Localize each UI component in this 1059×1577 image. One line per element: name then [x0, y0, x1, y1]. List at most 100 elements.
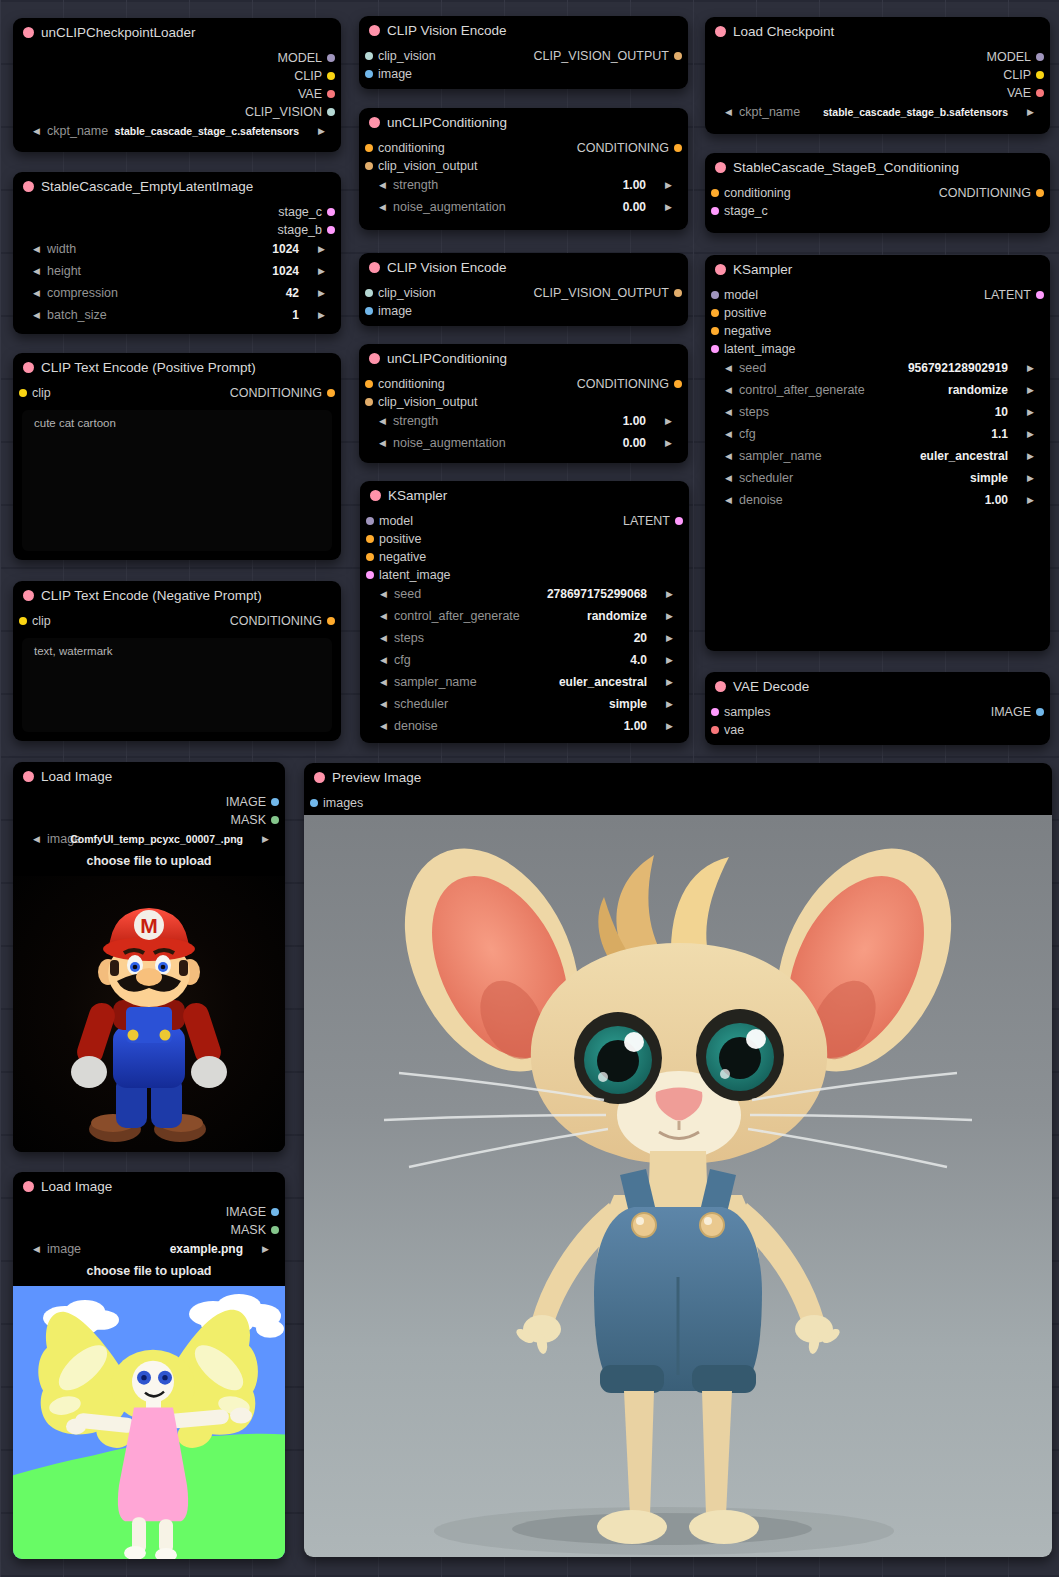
input-port-icon[interactable]	[365, 380, 373, 388]
input-port-icon[interactable]	[366, 571, 374, 579]
input-port-icon[interactable]	[711, 291, 719, 299]
increment-arrow-icon[interactable]: ▶	[666, 627, 673, 649]
increment-arrow-icon[interactable]: ▶	[666, 605, 673, 627]
increment-arrow-icon[interactable]: ▶	[1027, 467, 1034, 489]
node-unclip-conditioning-2[interactable]: unCLIPConditioningconditioningclip_visio…	[359, 344, 688, 463]
collapse-dot-icon[interactable]	[23, 362, 34, 373]
output-slot-CLIP_VISION_OUTPUT[interactable]: CLIP_VISION_OUTPUT	[534, 284, 688, 302]
input-port-icon[interactable]	[366, 517, 374, 525]
input-port-icon[interactable]	[365, 144, 373, 152]
collapse-dot-icon[interactable]	[369, 25, 380, 36]
decrement-arrow-icon[interactable]: ◀	[379, 174, 386, 196]
widget-steps[interactable]: ◀steps20▶	[360, 627, 689, 649]
input-port-icon[interactable]	[365, 162, 373, 170]
increment-arrow-icon[interactable]: ▶	[1027, 357, 1034, 379]
widget-ckpt_name[interactable]: ◀ckpt_namestable_cascade_stage_c.safeten…	[13, 120, 341, 142]
decrement-arrow-icon[interactable]: ◀	[380, 649, 387, 671]
decrement-arrow-icon[interactable]: ◀	[725, 101, 732, 123]
output-slot-IMAGE[interactable]: IMAGE	[991, 703, 1050, 721]
choose-file-button[interactable]: choose file to upload	[13, 1260, 285, 1282]
widget-ckpt_name[interactable]: ◀ckpt_namestable_cascade_stage_b.safeten…	[705, 101, 1050, 123]
decrement-arrow-icon[interactable]: ◀	[33, 1238, 40, 1260]
input-port-icon[interactable]	[711, 207, 719, 215]
input-slot-latent_image[interactable]: latent_image	[705, 340, 796, 358]
decrement-arrow-icon[interactable]: ◀	[380, 627, 387, 649]
widget-scheduler[interactable]: ◀schedulersimple▶	[360, 693, 689, 715]
choose-file-button[interactable]: choose file to upload	[13, 850, 285, 872]
decrement-arrow-icon[interactable]: ◀	[380, 715, 387, 737]
collapse-dot-icon[interactable]	[23, 771, 34, 782]
increment-arrow-icon[interactable]: ▶	[1027, 423, 1034, 445]
input-port-icon[interactable]	[365, 52, 373, 60]
widget-denoise[interactable]: ◀denoise1.00▶	[360, 715, 689, 737]
input-slot-images[interactable]: images	[304, 794, 363, 812]
node-load-image-2[interactable]: Load ImageIMAGEMASK◀imageexample.png▶cho…	[13, 1172, 285, 1559]
decrement-arrow-icon[interactable]: ◀	[33, 304, 40, 326]
increment-arrow-icon[interactable]: ▶	[665, 410, 672, 432]
output-port-icon[interactable]	[327, 54, 335, 62]
decrement-arrow-icon[interactable]: ◀	[725, 379, 732, 401]
output-slot-CLIP_VISION[interactable]: CLIP_VISION	[245, 103, 341, 121]
node-ksampler-1[interactable]: KSamplermodelpositivenegativelatent_imag…	[360, 481, 689, 743]
decrement-arrow-icon[interactable]: ◀	[379, 410, 386, 432]
input-port-icon[interactable]	[711, 309, 719, 317]
widget-seed[interactable]: ◀seed956792128902919▶	[705, 357, 1050, 379]
output-slot-stage_b[interactable]: stage_b	[278, 221, 341, 239]
input-slot-conditioning[interactable]: conditioning	[359, 139, 445, 157]
input-port-icon[interactable]	[711, 708, 719, 716]
widget-denoise[interactable]: ◀denoise1.00▶	[705, 489, 1050, 511]
decrement-arrow-icon[interactable]: ◀	[379, 196, 386, 218]
output-slot-IMAGE[interactable]: IMAGE	[226, 1203, 285, 1221]
collapse-dot-icon[interactable]	[715, 681, 726, 692]
collapse-dot-icon[interactable]	[370, 490, 381, 501]
widget-seed[interactable]: ◀seed278697175299068▶	[360, 583, 689, 605]
output-slot-CONDITIONING[interactable]: CONDITIONING	[577, 375, 688, 393]
output-slot-CONDITIONING[interactable]: CONDITIONING	[577, 139, 688, 157]
widget-noise_augmentation[interactable]: ◀noise_augmentation0.00▶	[359, 196, 688, 218]
widget-cfg[interactable]: ◀cfg1.1▶	[705, 423, 1050, 445]
output-port-icon[interactable]	[327, 72, 335, 80]
widget-image[interactable]: ◀imageexample.png▶	[13, 1238, 285, 1260]
decrement-arrow-icon[interactable]: ◀	[725, 467, 732, 489]
output-slot-CLIP_VISION_OUTPUT[interactable]: CLIP_VISION_OUTPUT	[534, 47, 688, 65]
input-slot-clip[interactable]: clip	[13, 612, 51, 630]
input-port-icon[interactable]	[711, 189, 719, 197]
input-port-icon[interactable]	[365, 307, 373, 315]
increment-arrow-icon[interactable]: ▶	[666, 715, 673, 737]
output-slot-VAE[interactable]: VAE	[1007, 84, 1050, 102]
input-slot-image[interactable]: image	[359, 302, 412, 320]
decrement-arrow-icon[interactable]: ◀	[379, 432, 386, 454]
output-slot-MASK[interactable]: MASK	[231, 1221, 285, 1239]
increment-arrow-icon[interactable]: ▶	[262, 1238, 269, 1260]
collapse-dot-icon[interactable]	[314, 772, 325, 783]
increment-arrow-icon[interactable]: ▶	[318, 282, 325, 304]
decrement-arrow-icon[interactable]: ◀	[33, 120, 40, 142]
output-port-icon[interactable]	[327, 389, 335, 397]
decrement-arrow-icon[interactable]: ◀	[725, 357, 732, 379]
output-port-icon[interactable]	[271, 1226, 279, 1234]
node-load-image-1[interactable]: Load ImageIMAGEMASK◀imageComfyUI_temp_pc…	[13, 762, 285, 1152]
collapse-dot-icon[interactable]	[715, 26, 726, 37]
decrement-arrow-icon[interactable]: ◀	[380, 583, 387, 605]
increment-arrow-icon[interactable]: ▶	[666, 583, 673, 605]
collapse-dot-icon[interactable]	[715, 162, 726, 173]
widget-width[interactable]: ◀width1024▶	[13, 238, 341, 260]
collapse-dot-icon[interactable]	[369, 353, 380, 364]
input-slot-conditioning[interactable]: conditioning	[359, 375, 445, 393]
output-port-icon[interactable]	[327, 108, 335, 116]
input-slot-positive[interactable]: positive	[360, 530, 421, 548]
input-slot-negative[interactable]: negative	[705, 322, 771, 340]
output-slot-MODEL[interactable]: MODEL	[987, 48, 1050, 66]
node-clip-vision-encode-2[interactable]: CLIP Vision Encodeclip_visionimageCLIP_V…	[359, 253, 688, 326]
output-slot-IMAGE[interactable]: IMAGE	[226, 793, 285, 811]
collapse-dot-icon[interactable]	[23, 181, 34, 192]
input-port-icon[interactable]	[365, 289, 373, 297]
increment-arrow-icon[interactable]: ▶	[318, 260, 325, 282]
output-slot-CLIP[interactable]: CLIP	[1003, 66, 1050, 84]
widget-scheduler[interactable]: ◀schedulersimple▶	[705, 467, 1050, 489]
output-port-icon[interactable]	[674, 289, 682, 297]
input-port-icon[interactable]	[19, 617, 27, 625]
output-slot-MASK[interactable]: MASK	[231, 811, 285, 829]
output-slot-CONDITIONING[interactable]: CONDITIONING	[230, 384, 341, 402]
output-port-icon[interactable]	[675, 517, 683, 525]
